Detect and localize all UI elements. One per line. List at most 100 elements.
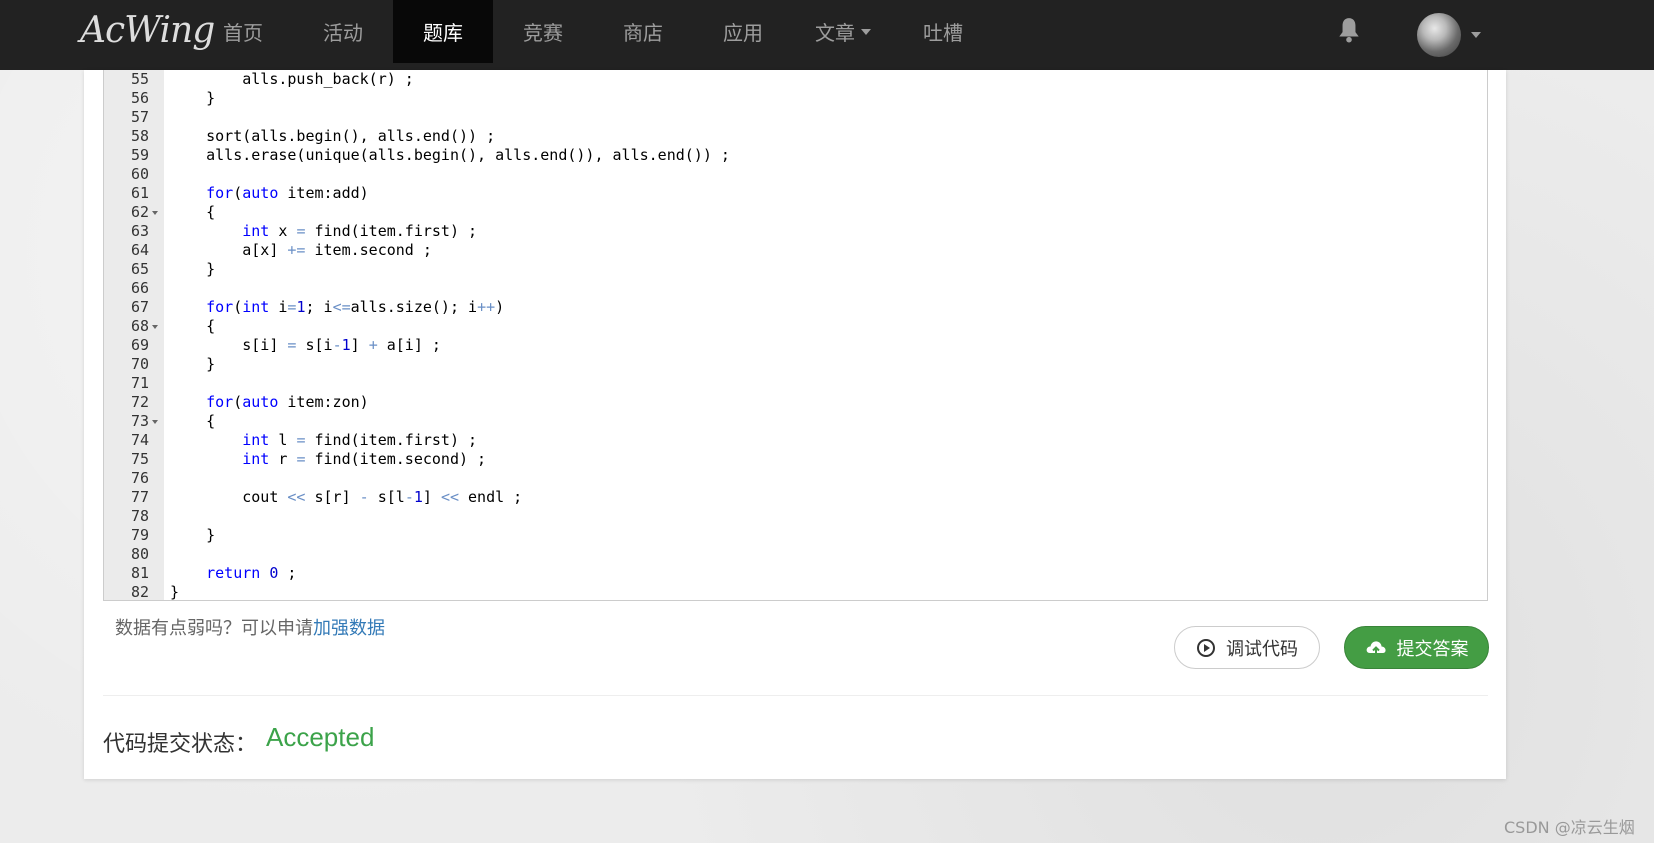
nav-item-label: 首页 <box>223 21 263 45</box>
code-line[interactable]: 69 s[i] = s[i-1] + a[i] ; <box>104 336 1487 355</box>
code-line[interactable]: 71 <box>104 374 1487 393</box>
nav-item-1[interactable]: 活动 <box>293 0 393 63</box>
code-line[interactable]: 79 } <box>104 526 1487 545</box>
nav-item-7[interactable]: 吐槽 <box>893 0 993 63</box>
line-number: 66 <box>130 279 149 297</box>
nav-item-label: 吐槽 <box>923 21 963 45</box>
submission-status-label: 代码提交状态： <box>103 732 258 757</box>
fold-arrow-icon[interactable] <box>152 211 158 215</box>
line-number: 71 <box>130 374 149 392</box>
code-text: for(int i=1; i<=alls.size(); i++) <box>206 298 505 316</box>
line-number: 57 <box>130 108 149 126</box>
code-line[interactable]: 64 a[x] += item.second ; <box>104 241 1487 260</box>
nav-item-3[interactable]: 竞赛 <box>493 0 593 63</box>
code-line[interactable]: 60 <box>104 165 1487 184</box>
code-line[interactable]: 77 cout << s[r] - s[l-1] << endl ; <box>104 488 1487 507</box>
line-number: 80 <box>130 545 149 563</box>
code-line[interactable]: 68 { <box>104 317 1487 336</box>
code-line[interactable]: 81 return 0 ; <box>104 564 1487 583</box>
code-line[interactable]: 61 for(auto item:add) <box>104 184 1487 203</box>
line-number: 56 <box>130 89 149 107</box>
code-lines[interactable]: 55 alls.push_back(r) ; 56 } 57 58 sort(alls… <box>104 70 1487 601</box>
nav-menu: 首页 活动 题库 竞赛 商店 应用 文章 吐槽 <box>193 0 993 63</box>
line-number: 82 <box>130 583 149 601</box>
code-line[interactable]: 58 sort(alls.begin(), alls.end()) ; <box>104 127 1487 146</box>
nav-item-label: 应用 <box>723 21 763 45</box>
code-text: } <box>170 526 216 544</box>
code-text: cout << s[r] - s[l-1] << endl ; <box>170 488 523 506</box>
code-text: } <box>170 583 180 601</box>
code-text: for(auto item:zon) <box>206 393 369 411</box>
code-line[interactable]: 76 <box>104 469 1487 488</box>
code-line[interactable]: 80 <box>104 545 1487 564</box>
fold-arrow-icon[interactable] <box>152 325 158 329</box>
code-line[interactable]: 73 { <box>104 412 1487 431</box>
line-number: 55 <box>130 70 149 88</box>
nav-item-label: 活动 <box>323 21 363 45</box>
line-number: 64 <box>130 241 149 259</box>
chevron-down-icon[interactable] <box>1471 32 1481 38</box>
nav-item-6[interactable]: 文章 <box>793 0 893 63</box>
code-line[interactable]: 78 <box>104 507 1487 526</box>
nav-item-5[interactable]: 应用 <box>693 0 793 63</box>
submit-answer-label: 提交答案 <box>1396 638 1469 660</box>
code-text: int x = find(item.first) ; <box>242 222 478 240</box>
hint-text: 数据有点弱吗？可以申请 <box>115 618 313 639</box>
cloud-upload-icon <box>1366 640 1386 656</box>
line-number: 74 <box>130 431 149 449</box>
code-line[interactable]: 63 int x = find(item.first) ; <box>104 222 1487 241</box>
code-line[interactable]: 55 alls.push_back(r) ; <box>104 70 1487 89</box>
user-avatar[interactable] <box>1417 13 1461 57</box>
strengthen-data-hint: 数据有点弱吗？可以申请加强数据 <box>115 614 385 640</box>
line-number: 70 <box>130 355 149 373</box>
code-line[interactable]: 62 { <box>104 203 1487 222</box>
play-circle-icon <box>1197 638 1215 657</box>
line-number: 62 <box>130 203 149 221</box>
code-text: s[i] = s[i-1] + a[i] ; <box>170 336 441 354</box>
submission-status-value: Accepted <box>266 722 375 752</box>
code-line[interactable]: 74 int l = find(item.first) ; <box>104 431 1487 450</box>
fold-arrow-icon[interactable] <box>152 420 158 424</box>
line-number: 78 <box>130 507 149 525</box>
code-text: return 0 ; <box>206 564 297 582</box>
code-line[interactable]: 59 alls.erase(unique(alls.begin(), alls.… <box>104 146 1487 165</box>
nav-item-label: 题库 <box>423 21 463 45</box>
code-line[interactable]: 75 int r = find(item.second) ; <box>104 450 1487 469</box>
code-text: int r = find(item.second) ; <box>242 450 487 468</box>
code-line[interactable]: 56 } <box>104 89 1487 108</box>
code-line[interactable]: 57 <box>104 108 1487 127</box>
line-number: 60 <box>130 165 149 183</box>
nav-item-2[interactable]: 题库 <box>393 0 493 63</box>
code-text: } <box>170 89 216 107</box>
code-text: { <box>170 203 216 221</box>
debug-code-label: 调试代码 <box>1226 638 1298 660</box>
code-line[interactable]: 67 for(int i=1; i<=alls.size(); i++) <box>104 298 1487 317</box>
code-text: { <box>170 317 216 335</box>
divider <box>103 695 1488 696</box>
line-number: 68 <box>130 317 149 335</box>
line-number: 63 <box>130 222 149 240</box>
strengthen-data-link[interactable]: 加强数据 <box>313 618 385 639</box>
code-line[interactable]: 82} <box>104 583 1487 601</box>
line-number: 58 <box>130 127 149 145</box>
code-text: int l = find(item.first) ; <box>242 431 478 449</box>
code-text: alls.push_back(r) ; <box>170 70 414 88</box>
line-number: 73 <box>130 412 149 430</box>
line-number: 69 <box>130 336 149 354</box>
code-text: sort(alls.begin(), alls.end()) ; <box>170 127 496 145</box>
code-editor[interactable]: 55 alls.push_back(r) ; 56 } 57 58 sort(alls… <box>103 70 1488 601</box>
code-text: } <box>170 355 216 373</box>
submit-answer-button[interactable]: 提交答案 <box>1344 626 1489 669</box>
bell-icon[interactable] <box>1336 16 1362 44</box>
line-number: 75 <box>130 450 149 468</box>
code-line[interactable]: 72 for(auto item:zon) <box>104 393 1487 412</box>
debug-code-button[interactable]: 调试代码 <box>1174 626 1320 669</box>
code-text: a[x] += item.second ; <box>170 241 432 259</box>
line-number: 61 <box>130 184 149 202</box>
nav-item-0[interactable]: 首页 <box>193 0 293 63</box>
nav-item-4[interactable]: 商店 <box>593 0 693 63</box>
chevron-down-icon <box>861 28 871 35</box>
code-line[interactable]: 70 } <box>104 355 1487 374</box>
code-line[interactable]: 65 } <box>104 260 1487 279</box>
code-line[interactable]: 66 <box>104 279 1487 298</box>
